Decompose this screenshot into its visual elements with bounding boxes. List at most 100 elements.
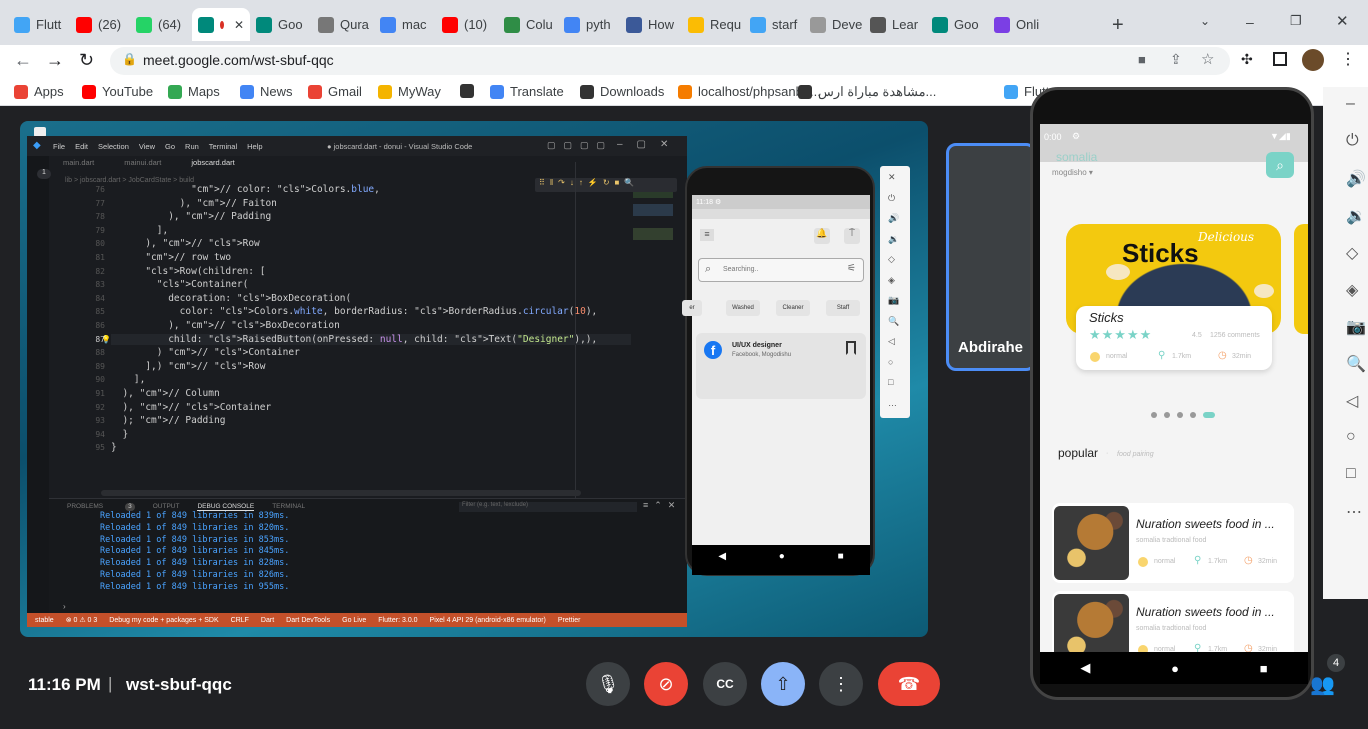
- reload-icon[interactable]: ↻: [79, 50, 94, 71]
- screenshot-icon[interactable]: 📷: [888, 295, 899, 306]
- camera-in-use-icon[interactable]: ■: [1138, 52, 1146, 67]
- status-item[interactable]: Dart: [261, 617, 274, 624]
- status-item[interactable]: Dart DevTools: [286, 617, 330, 624]
- menu-item[interactable]: Go: [165, 142, 175, 151]
- volume-up-icon[interactable]: 🔊: [888, 213, 899, 224]
- status-item[interactable]: Debug my code + packages + SDK: [109, 617, 218, 624]
- dot[interactable]: [1190, 412, 1196, 418]
- bookmark-icon[interactable]: [846, 341, 856, 355]
- code-line[interactable]: }: [111, 429, 128, 440]
- leave-call-button[interactable]: ☎: [878, 662, 940, 706]
- participant-tile[interactable]: Abdirahe: [946, 143, 1036, 371]
- tab-1[interactable]: (26): [70, 8, 130, 41]
- zoom-icon[interactable]: 🔍: [1346, 354, 1366, 374]
- nav-home-icon[interactable]: ●: [779, 551, 785, 562]
- minimap[interactable]: [633, 192, 673, 252]
- code-line[interactable]: color: "cls">Colors.white, borderRadius:…: [111, 306, 598, 317]
- editor-tab[interactable]: main.dart: [63, 158, 94, 167]
- person-icon[interactable]: ⍑: [844, 228, 860, 244]
- food-item-card[interactable]: Nuration sweets food in ... somalia tradt…: [1052, 503, 1294, 583]
- menu-item[interactable]: Terminal: [209, 142, 237, 151]
- bookmark-1[interactable]: YouTube: [82, 84, 153, 99]
- filter-input[interactable]: Filter (e.g. text, !exclude): [459, 502, 637, 512]
- filter-chip[interactable]: Staff: [826, 300, 860, 316]
- tab-0[interactable]: Flutt: [8, 8, 70, 41]
- status-item[interactable]: stable: [35, 617, 54, 624]
- search-field[interactable]: ⌕ Searching.. ⚟: [698, 258, 864, 282]
- tab-12[interactable]: starf: [744, 8, 804, 41]
- side-panel-icon[interactable]: [1273, 52, 1287, 66]
- menu-item[interactable]: Selection: [98, 142, 129, 151]
- extensions-icon[interactable]: ✣: [1241, 51, 1253, 68]
- back-icon[interactable]: ←: [14, 50, 32, 71]
- volume-up-icon[interactable]: 🔊: [1346, 169, 1366, 189]
- camera-off-button[interactable]: ⊘: [644, 662, 688, 706]
- overview-icon[interactable]: □: [888, 377, 893, 387]
- tab-6[interactable]: mac: [374, 8, 436, 41]
- more-icon[interactable]: ⋯: [1346, 502, 1362, 522]
- more-options-button[interactable]: ⋮: [819, 662, 863, 706]
- bookmark-2[interactable]: Maps: [168, 84, 220, 99]
- tab-10[interactable]: How: [620, 8, 682, 41]
- present-button[interactable]: ⇧: [761, 662, 805, 706]
- tab-13[interactable]: Deve: [804, 8, 864, 41]
- captions-button[interactable]: CC: [703, 662, 747, 706]
- status-item[interactable]: Pixel 4 API 29 (android-x86 emulator): [430, 617, 546, 624]
- banner-info-card[interactable]: Sticks ★★★★★ 4.5 1256 comments normal ⚲ …: [1076, 306, 1272, 370]
- editor-tab[interactable]: mainui.dart: [124, 158, 161, 167]
- bookmark-7[interactable]: Translate: [490, 84, 564, 99]
- menu-item[interactable]: File: [53, 142, 65, 151]
- close-icon[interactable]: ✕: [888, 172, 896, 183]
- code-line[interactable]: ) "cm">// "cls">Container: [111, 347, 300, 358]
- microphone-button[interactable]: 🎙: [586, 662, 630, 706]
- editor-tab[interactable]: jobscard.dart: [191, 158, 234, 167]
- code-line[interactable]: ],) "cm">// "cls">Row: [111, 361, 265, 372]
- tab-7[interactable]: (10): [436, 8, 498, 41]
- filter-chip[interactable]: er: [682, 300, 702, 316]
- new-tab-button[interactable]: +: [1112, 14, 1124, 37]
- console-prompt-icon[interactable]: ›: [63, 602, 66, 611]
- search-button[interactable]: ⌕: [1266, 152, 1294, 178]
- panel-tab[interactable]: PROBLEMS: [67, 503, 103, 511]
- status-item[interactable]: Prettier: [558, 617, 581, 624]
- location-text[interactable]: mogdisho ▾: [1052, 168, 1093, 177]
- filter-chip[interactable]: Washed: [726, 300, 760, 316]
- tab-14[interactable]: Lear: [864, 8, 926, 41]
- volume-down-icon[interactable]: 🔉: [888, 234, 899, 245]
- dot[interactable]: [1164, 412, 1170, 418]
- menu-item[interactable]: Run: [185, 142, 199, 151]
- horizontal-scrollbar[interactable]: [101, 490, 581, 496]
- bookmark-5[interactable]: MyWay: [378, 84, 441, 99]
- job-card[interactable]: f UI/UX designer Facebook, Mogodishu: [696, 333, 866, 399]
- status-item[interactable]: ⊗ 0 ⚠ 0 3: [66, 616, 98, 624]
- bell-icon[interactable]: 🔔: [814, 228, 830, 244]
- close-icon[interactable]: –: [1346, 95, 1355, 113]
- rotate-right-icon[interactable]: ◈: [1346, 280, 1358, 300]
- layout-icons[interactable]: ▢▢▢▢: [547, 140, 613, 151]
- panel-controls[interactable]: ≡⌃✕: [643, 500, 681, 511]
- tab-3[interactable]: ✕: [192, 8, 250, 41]
- status-item[interactable]: Go Live: [342, 617, 366, 624]
- bookmark-star-icon[interactable]: ☆: [1201, 50, 1214, 68]
- tab-11[interactable]: Requ: [682, 8, 744, 41]
- back-icon[interactable]: ◁: [1346, 391, 1358, 411]
- tab-9[interactable]: pyth: [558, 8, 620, 41]
- carousel-dots[interactable]: [1151, 412, 1215, 418]
- bookmark-0[interactable]: Apps: [14, 84, 64, 99]
- menu-item[interactable]: Edit: [75, 142, 88, 151]
- volume-down-icon[interactable]: 🔉: [1346, 206, 1366, 226]
- code-line[interactable]: child: "cls">RaisedButton(onPressed: nul…: [111, 333, 631, 345]
- chrome-menu-icon[interactable]: ⋮: [1340, 49, 1356, 69]
- minimize-icon[interactable]: –: [1246, 14, 1254, 30]
- nav-recents-icon[interactable]: ■: [838, 551, 844, 562]
- close-window-icon[interactable]: ✕: [1336, 12, 1349, 30]
- code-line[interactable]: "cls">Container(: [111, 279, 249, 290]
- power-icon[interactable]: ⏻: [888, 193, 895, 204]
- more-icon[interactable]: …: [888, 398, 897, 408]
- rotate-right-icon[interactable]: ◈: [888, 275, 895, 286]
- overview-icon[interactable]: □: [1346, 465, 1356, 483]
- people-icon[interactable]: 👥: [1310, 672, 1335, 697]
- home-icon[interactable]: ○: [888, 357, 893, 367]
- menu-item[interactable]: Help: [247, 142, 262, 151]
- code-line[interactable]: ), "cm">// "cls">Container: [111, 402, 271, 413]
